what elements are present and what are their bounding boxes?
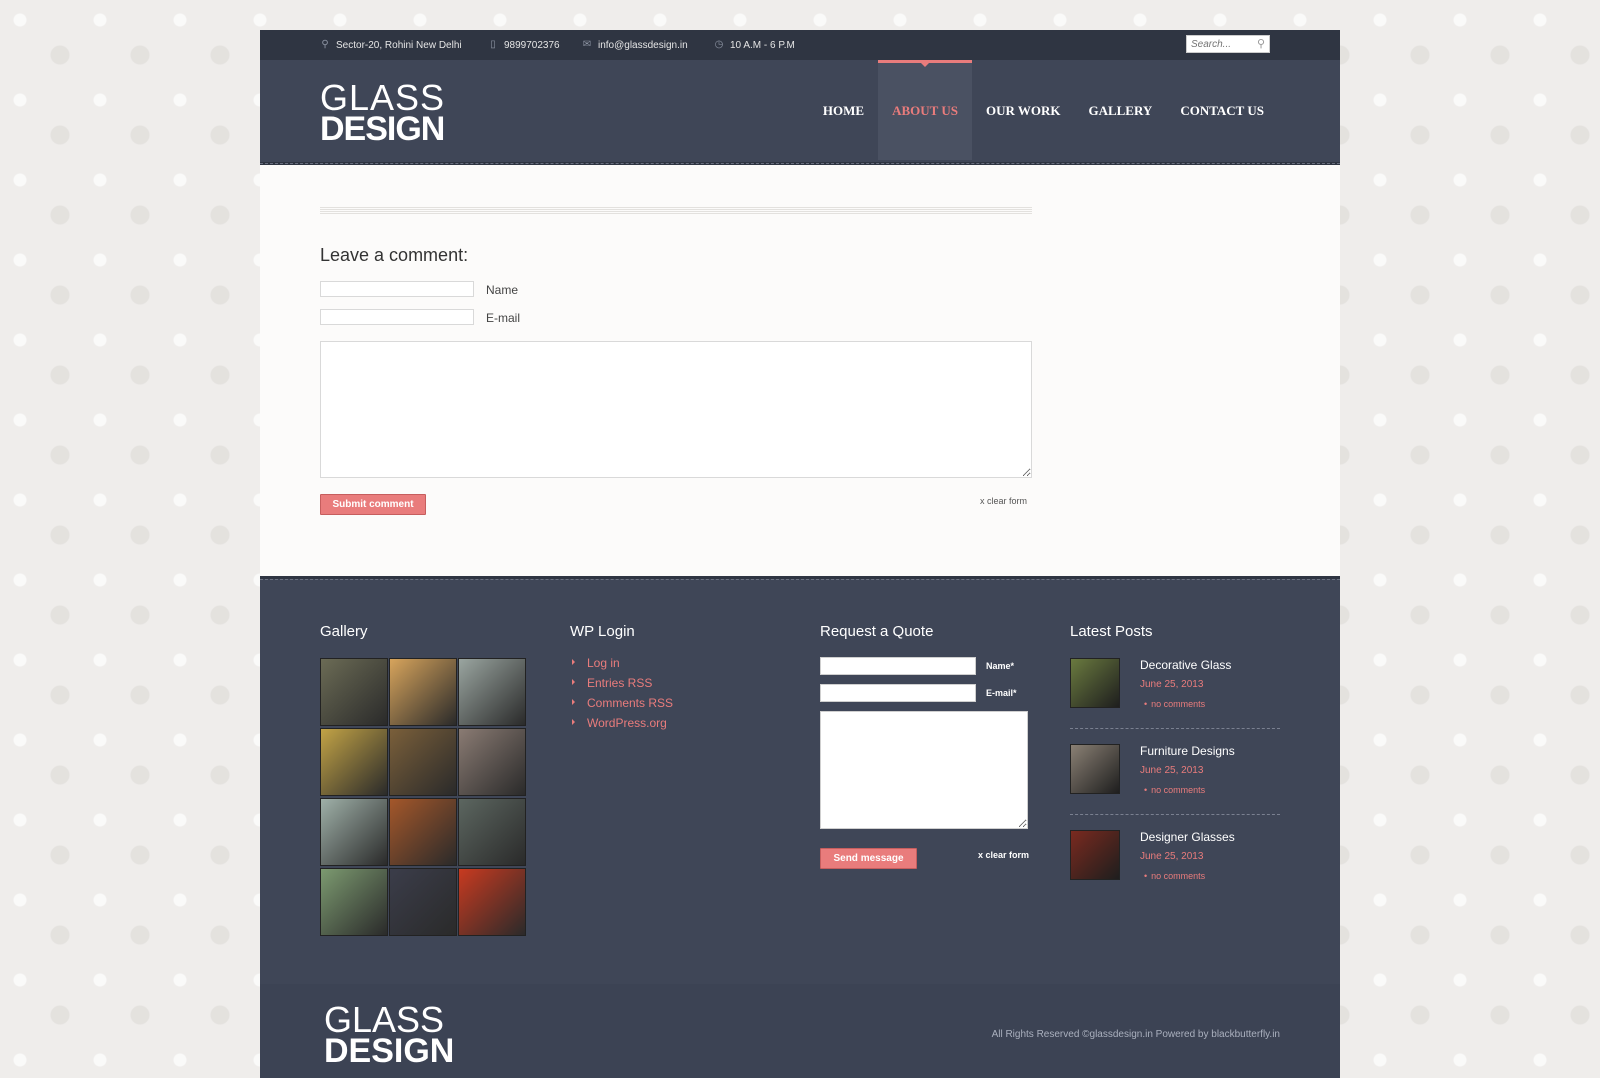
comment-name-label: Name (486, 283, 519, 297)
location-pin-icon: ⚲ (321, 39, 329, 50)
post-title[interactable]: Decorative Glass (1140, 658, 1231, 672)
quote-clear-form-link[interactable]: x clear form (978, 850, 1029, 860)
post-title[interactable]: Furniture Designs (1140, 744, 1235, 758)
gallery-thumbnail[interactable] (389, 868, 457, 936)
footer-logo[interactable]: GLASS DESIGN (324, 1002, 455, 1070)
clock-icon: ◷ (714, 39, 724, 50)
post-comments-link[interactable]: no comments (1144, 871, 1205, 881)
post-title[interactable]: Designer Glasses (1140, 830, 1235, 844)
gallery-thumbnail[interactable] (458, 728, 526, 796)
copyright-text: All Rights Reserved ©glassdesign.in Powe… (991, 1029, 1280, 1040)
comment-clear-form-link[interactable]: x clear form (980, 496, 1027, 506)
quote-message-textarea[interactable] (820, 711, 1028, 829)
gallery-thumbnail[interactable] (389, 728, 457, 796)
wp-login-links: Log in Entries RSS Comments RSS WordPres… (570, 656, 673, 736)
top-info-bar: ⚲ Sector-20, Rohini New Delhi ▯ 98997023… (260, 30, 1340, 60)
send-message-button[interactable]: Send message (820, 848, 917, 869)
post-date: June 25, 2013 (1140, 679, 1204, 690)
nav-our-work[interactable]: OUR WORK (972, 60, 1075, 160)
post-date: June 25, 2013 (1140, 765, 1204, 776)
link-wordpress-org[interactable]: WordPress.org (570, 716, 673, 736)
gallery-thumbnail[interactable] (458, 868, 526, 936)
search-box: ⚲ (1186, 35, 1270, 53)
hours-text: 10 A.M - 6 P.M (730, 39, 795, 51)
gallery-thumbnail[interactable] (458, 658, 526, 726)
email-text: info@glassdesign.in (598, 39, 688, 51)
quote-title: Request a Quote (820, 623, 934, 640)
phone-info: ▯ 9899702376 (488, 39, 560, 51)
footer-widgets: Gallery WP Login Log in Entries RSS Comm… (260, 576, 1340, 984)
quote-name-input[interactable] (820, 657, 976, 675)
nav-home[interactable]: HOME (809, 60, 878, 160)
hours-info: ◷ 10 A.M - 6 P.M (714, 39, 795, 51)
gallery-thumbnail[interactable] (458, 798, 526, 866)
submit-comment-button[interactable]: Submit comment (320, 494, 426, 515)
nav-about-us[interactable]: ABOUT US (878, 60, 972, 160)
post-thumbnail[interactable] (1070, 658, 1120, 708)
wp-login-title: WP Login (570, 623, 635, 640)
link-comments-rss[interactable]: Comments RSS (570, 696, 673, 716)
search-input[interactable] (1187, 36, 1257, 52)
latest-posts-title: Latest Posts (1070, 623, 1153, 640)
gallery-thumbnail[interactable] (389, 798, 457, 866)
post-separator (1070, 728, 1280, 729)
nav-gallery[interactable]: GALLERY (1074, 60, 1166, 160)
main-content: Leave a comment: Name E-mail Submit comm… (260, 165, 1340, 576)
quote-email-input[interactable] (820, 684, 976, 702)
bottom-bar: GLASS DESIGN All Rights Reserved ©glassd… (260, 984, 1340, 1078)
post-thumbnail[interactable] (1070, 744, 1120, 794)
search-icon[interactable]: ⚲ (1257, 37, 1265, 50)
footer-logo-line2: DESIGN (324, 1032, 455, 1070)
logo-line2: DESIGN (320, 110, 445, 148)
gallery-title: Gallery (320, 623, 368, 640)
comment-heading: Leave a comment: (320, 245, 469, 265)
gallery-grid (320, 658, 530, 936)
site-logo[interactable]: GLASS DESIGN (320, 80, 445, 148)
link-log-in[interactable]: Log in (570, 656, 673, 676)
post-comments-link[interactable]: no comments (1144, 785, 1205, 795)
email-info: ✉ info@glassdesign.in (582, 39, 688, 51)
post-separator (1070, 814, 1280, 815)
envelope-icon: ✉ (582, 39, 592, 50)
page: ⚲ Sector-20, Rohini New Delhi ▯ 98997023… (260, 30, 1340, 1078)
post-item: Furniture Designs June 25, 2013 no comme… (1070, 744, 1280, 826)
post-item: Designer Glasses June 25, 2013 no commen… (1070, 830, 1280, 912)
gallery-thumbnail[interactable] (320, 798, 388, 866)
quote-email-label: E-mail* (986, 688, 1017, 698)
content-divider (320, 206, 1032, 214)
phone-icon: ▯ (490, 39, 496, 50)
address-info: ⚲ Sector-20, Rohini New Delhi (320, 39, 462, 51)
comment-email-label: E-mail (486, 311, 521, 325)
gallery-thumbnail[interactable] (389, 658, 457, 726)
post-date: June 25, 2013 (1140, 851, 1204, 862)
gallery-thumbnail[interactable] (320, 868, 388, 936)
post-thumbnail[interactable] (1070, 830, 1120, 880)
site-header: GLASS DESIGN HOME ABOUT US OUR WORK GALL… (260, 60, 1340, 165)
gallery-thumbnail[interactable] (320, 658, 388, 726)
quote-name-label: Name* (986, 661, 1015, 671)
main-nav: HOME ABOUT US OUR WORK GALLERY CONTACT U… (809, 60, 1278, 160)
nav-contact-us[interactable]: CONTACT US (1166, 60, 1278, 160)
address-text: Sector-20, Rohini New Delhi (336, 39, 462, 51)
comment-textarea[interactable] (320, 341, 1032, 478)
gallery-thumbnail[interactable] (320, 728, 388, 796)
comment-email-input[interactable] (320, 309, 474, 325)
phone-text: 9899702376 (504, 39, 560, 51)
post-comments-link[interactable]: no comments (1144, 699, 1205, 709)
comment-name-input[interactable] (320, 281, 474, 297)
link-entries-rss[interactable]: Entries RSS (570, 676, 673, 696)
post-item: Decorative Glass June 25, 2013 no commen… (1070, 658, 1280, 740)
